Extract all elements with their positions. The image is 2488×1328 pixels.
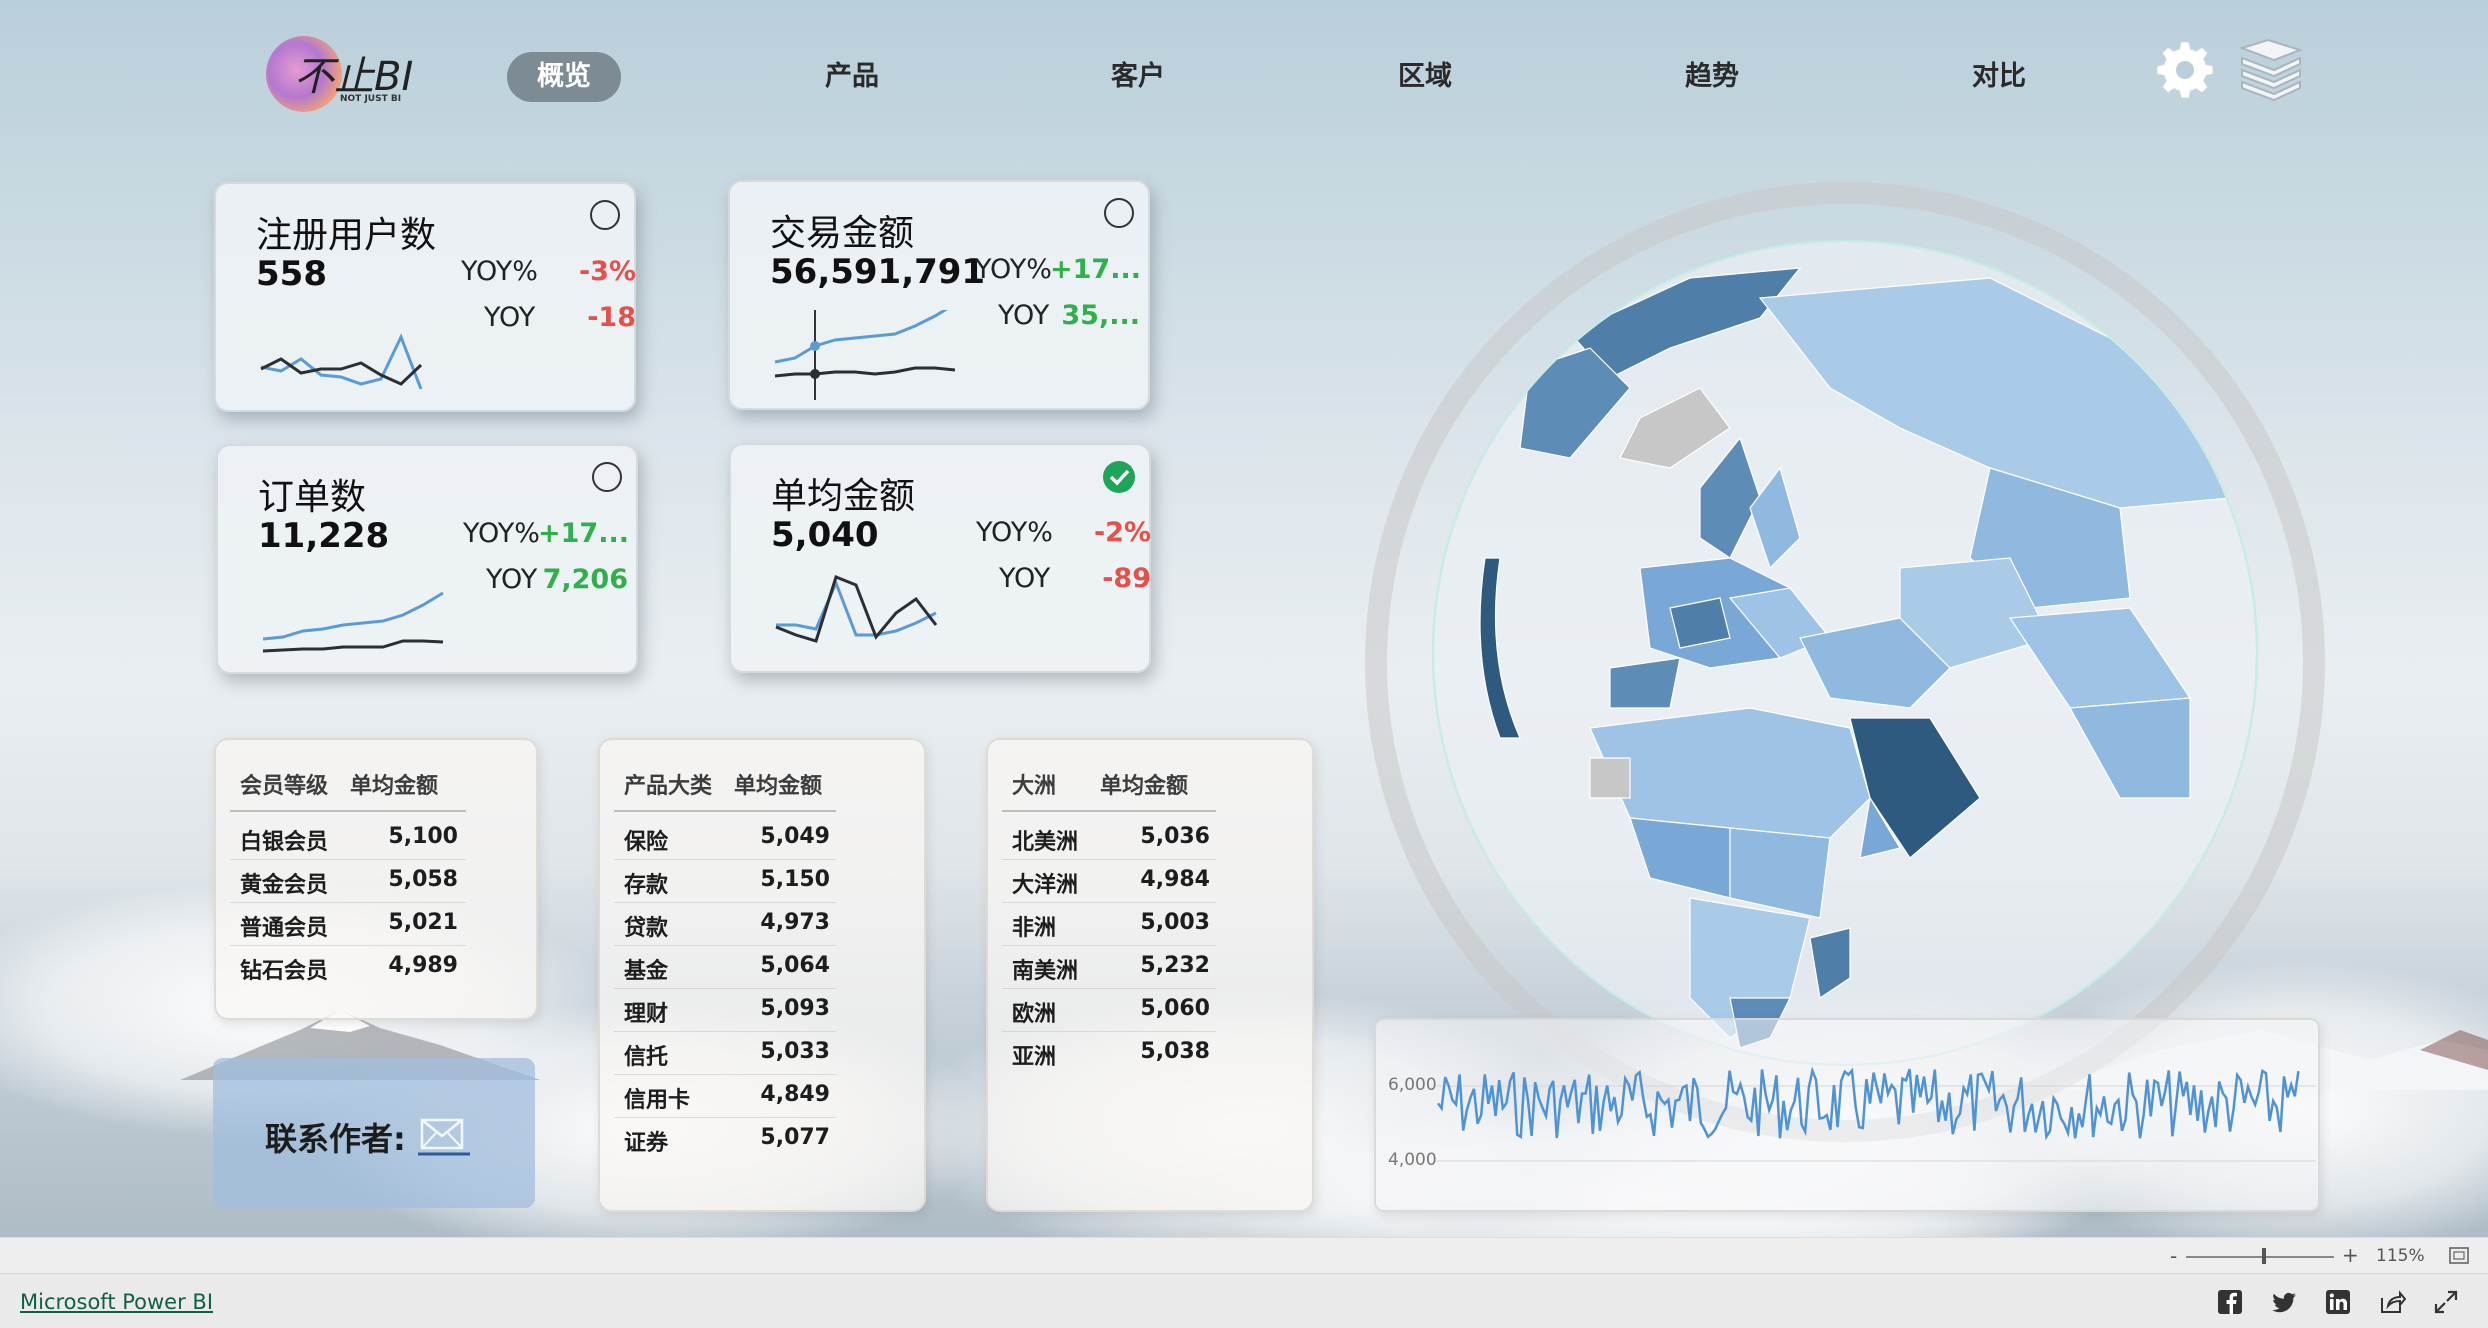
nav-tab-customer[interactable]: 客户 xyxy=(1078,52,1198,102)
table-row[interactable]: 北美洲 5,036 xyxy=(1002,816,1216,860)
table-row[interactable]: 亚洲 5,038 xyxy=(1002,1031,1216,1074)
table-row[interactable]: 基金 5,064 xyxy=(614,945,836,989)
kpi-title: 单均金额 xyxy=(771,476,916,517)
kpi-value: 558 xyxy=(256,254,327,294)
kpi-card-avg-order-amount[interactable]: 单均金额 5,040 YOY% -2% YOY -89 xyxy=(729,443,1151,673)
kpi-title: 订单数 xyxy=(258,477,367,518)
table-row[interactable]: 理财 5,093 xyxy=(614,988,836,1032)
contact-label: 联系作者: xyxy=(265,1120,406,1158)
zoom-bar: - + 115% xyxy=(0,1237,2488,1274)
table-row[interactable]: 黄金会员 5,058 xyxy=(230,859,466,903)
kpi-sparkline xyxy=(260,333,423,390)
table-header: 会员等级 xyxy=(240,774,329,799)
kpi-yoy-label: YOY xyxy=(998,300,1050,331)
kpi-card-registered-users[interactable]: 注册用户数 558 YOY% -3% YOY -18 xyxy=(214,182,636,412)
fit-page-icon[interactable] xyxy=(2448,1246,2470,1266)
y-tick-label: 4,000 xyxy=(1388,1150,1437,1170)
table-row[interactable]: 钻石会员 4,989 xyxy=(230,945,466,988)
table-row[interactable]: 非洲 5,003 xyxy=(1002,902,1216,946)
footer-bar: Microsoft Power BI xyxy=(0,1273,2488,1328)
table-row[interactable]: 信用卡 4,849 xyxy=(614,1074,836,1118)
table-header: 产品大类 xyxy=(624,774,713,799)
kpi-title: 注册用户数 xyxy=(256,215,437,256)
kpi-yoy-pct: -2% xyxy=(1093,517,1151,548)
y-tick-label: 6,000 xyxy=(1388,1075,1437,1095)
power-bi-link[interactable]: Microsoft Power BI xyxy=(20,1290,213,1314)
kpi-yoy-pct-label: YOY% xyxy=(461,256,538,287)
kpi-yoy-pct: +17... xyxy=(1050,254,1140,285)
world-map-globe[interactable] xyxy=(1430,238,2260,1068)
kpi-card-transaction-amount[interactable]: 交易金额 56,591,791 YOY% +17... YOY 35,... xyxy=(728,180,1150,410)
kpi-yoy: -18 xyxy=(587,302,636,333)
table-row[interactable]: 普通会员 5,021 xyxy=(230,902,466,946)
select-radio[interactable] xyxy=(592,462,622,492)
kpi-value: 11,228 xyxy=(258,516,390,556)
linkedin-icon[interactable] xyxy=(2324,1288,2352,1316)
header-divider xyxy=(1002,810,1216,812)
table-row[interactable]: 证券 5,077 xyxy=(614,1117,836,1160)
kpi-yoy-pct-label: YOY% xyxy=(463,518,540,549)
report-canvas: 不止BI NOT JUST BI 概览 产品 客户 区域 趋势 对比 注册用户数… xyxy=(0,0,2488,1237)
header-divider xyxy=(230,810,466,812)
facebook-icon[interactable] xyxy=(2216,1288,2244,1316)
table-continent: 大洲 单均金额 北美洲 5,036 大洋洲 4,984 非洲 5,003 南美洲 5,2… xyxy=(986,738,1314,1212)
kpi-yoy-pct: +17... xyxy=(538,518,628,549)
expand-icon[interactable] xyxy=(2432,1288,2460,1316)
table-header: 单均金额 xyxy=(734,774,823,799)
kpi-yoy-label: YOY xyxy=(484,302,536,333)
table-product-category: 产品大类 单均金额 保险 5,049 存款 5,150 贷款 4,973 基金 5,06… xyxy=(598,738,926,1212)
table-header: 单均金额 xyxy=(350,774,439,799)
kpi-value: 5,040 xyxy=(771,515,879,555)
kpi-yoy-label: YOY xyxy=(999,563,1051,594)
kpi-yoy-pct: -3% xyxy=(578,256,636,287)
nav-tab-trend[interactable]: 趋势 xyxy=(1652,52,1772,102)
logo: 不止BI NOT JUST BI xyxy=(262,34,413,116)
kpi-yoy-label: YOY xyxy=(486,564,538,595)
zoom-percent: 115% xyxy=(2376,1246,2425,1266)
gear-icon[interactable] xyxy=(2155,40,2215,100)
zoom-slider-track[interactable] xyxy=(2186,1256,2334,1258)
kpi-value: 56,591,791 xyxy=(770,252,986,292)
nav-tab-overview[interactable]: 概览 xyxy=(507,52,621,102)
trend-line-series xyxy=(1436,1066,2316,1162)
nav-tab-compare[interactable]: 对比 xyxy=(1939,52,2059,102)
nav-tab-region[interactable]: 区域 xyxy=(1365,52,1485,102)
trend-line-chart[interactable]: 6,000 4,000 xyxy=(1374,1018,2320,1212)
kpi-sparkline xyxy=(774,310,956,400)
zoom-out-button[interactable]: - xyxy=(2170,1244,2177,1268)
kpi-yoy-pct-label: YOY% xyxy=(976,517,1053,548)
table-header: 单均金额 xyxy=(1100,774,1189,799)
zoom-slider-thumb[interactable] xyxy=(2262,1248,2266,1264)
table-row[interactable]: 大洋洲 4,984 xyxy=(1002,859,1216,903)
table-header: 大洲 xyxy=(1012,774,1057,799)
select-radio[interactable] xyxy=(590,200,620,230)
nav-tab-product[interactable]: 产品 xyxy=(792,52,912,102)
kpi-yoy: -89 xyxy=(1102,563,1151,594)
table-row[interactable]: 白银会员 5,100 xyxy=(230,816,466,860)
kpi-yoy: 35,... xyxy=(1061,300,1140,331)
table-membership-level: 会员等级 单均金额 白银会员 5,100 黄金会员 5,058 普通会员 5,021 … xyxy=(214,738,538,1020)
select-radio[interactable] xyxy=(1104,198,1134,228)
contact-author-panel: 联系作者: xyxy=(213,1058,535,1208)
header-divider xyxy=(614,810,836,812)
kpi-title: 交易金额 xyxy=(770,213,915,254)
logo-tagline: NOT JUST BI xyxy=(340,94,402,104)
kpi-yoy-pct-label: YOY% xyxy=(975,254,1052,285)
checked-icon[interactable] xyxy=(1103,461,1135,493)
share-icon[interactable] xyxy=(2378,1288,2406,1316)
table-row[interactable]: 保险 5,049 xyxy=(614,816,836,860)
kpi-yoy: 7,206 xyxy=(542,564,628,595)
twitter-icon[interactable] xyxy=(2270,1288,2298,1316)
kpi-card-order-count[interactable]: 订单数 11,228 YOY% +17... YOY 7,206 xyxy=(216,444,638,674)
table-row[interactable]: 存款 5,150 xyxy=(614,859,836,903)
kpi-sparkline xyxy=(775,575,938,643)
table-row[interactable]: 信托 5,033 xyxy=(614,1031,836,1075)
kpi-sparkline xyxy=(262,591,444,653)
table-row[interactable]: 欧洲 5,060 xyxy=(1002,988,1216,1032)
zoom-in-button[interactable]: + xyxy=(2342,1243,2359,1267)
mail-icon[interactable] xyxy=(418,1116,472,1156)
table-row[interactable]: 南美洲 5,232 xyxy=(1002,945,1216,989)
table-row[interactable]: 贷款 4,973 xyxy=(614,902,836,946)
layers-icon[interactable] xyxy=(2236,36,2306,104)
